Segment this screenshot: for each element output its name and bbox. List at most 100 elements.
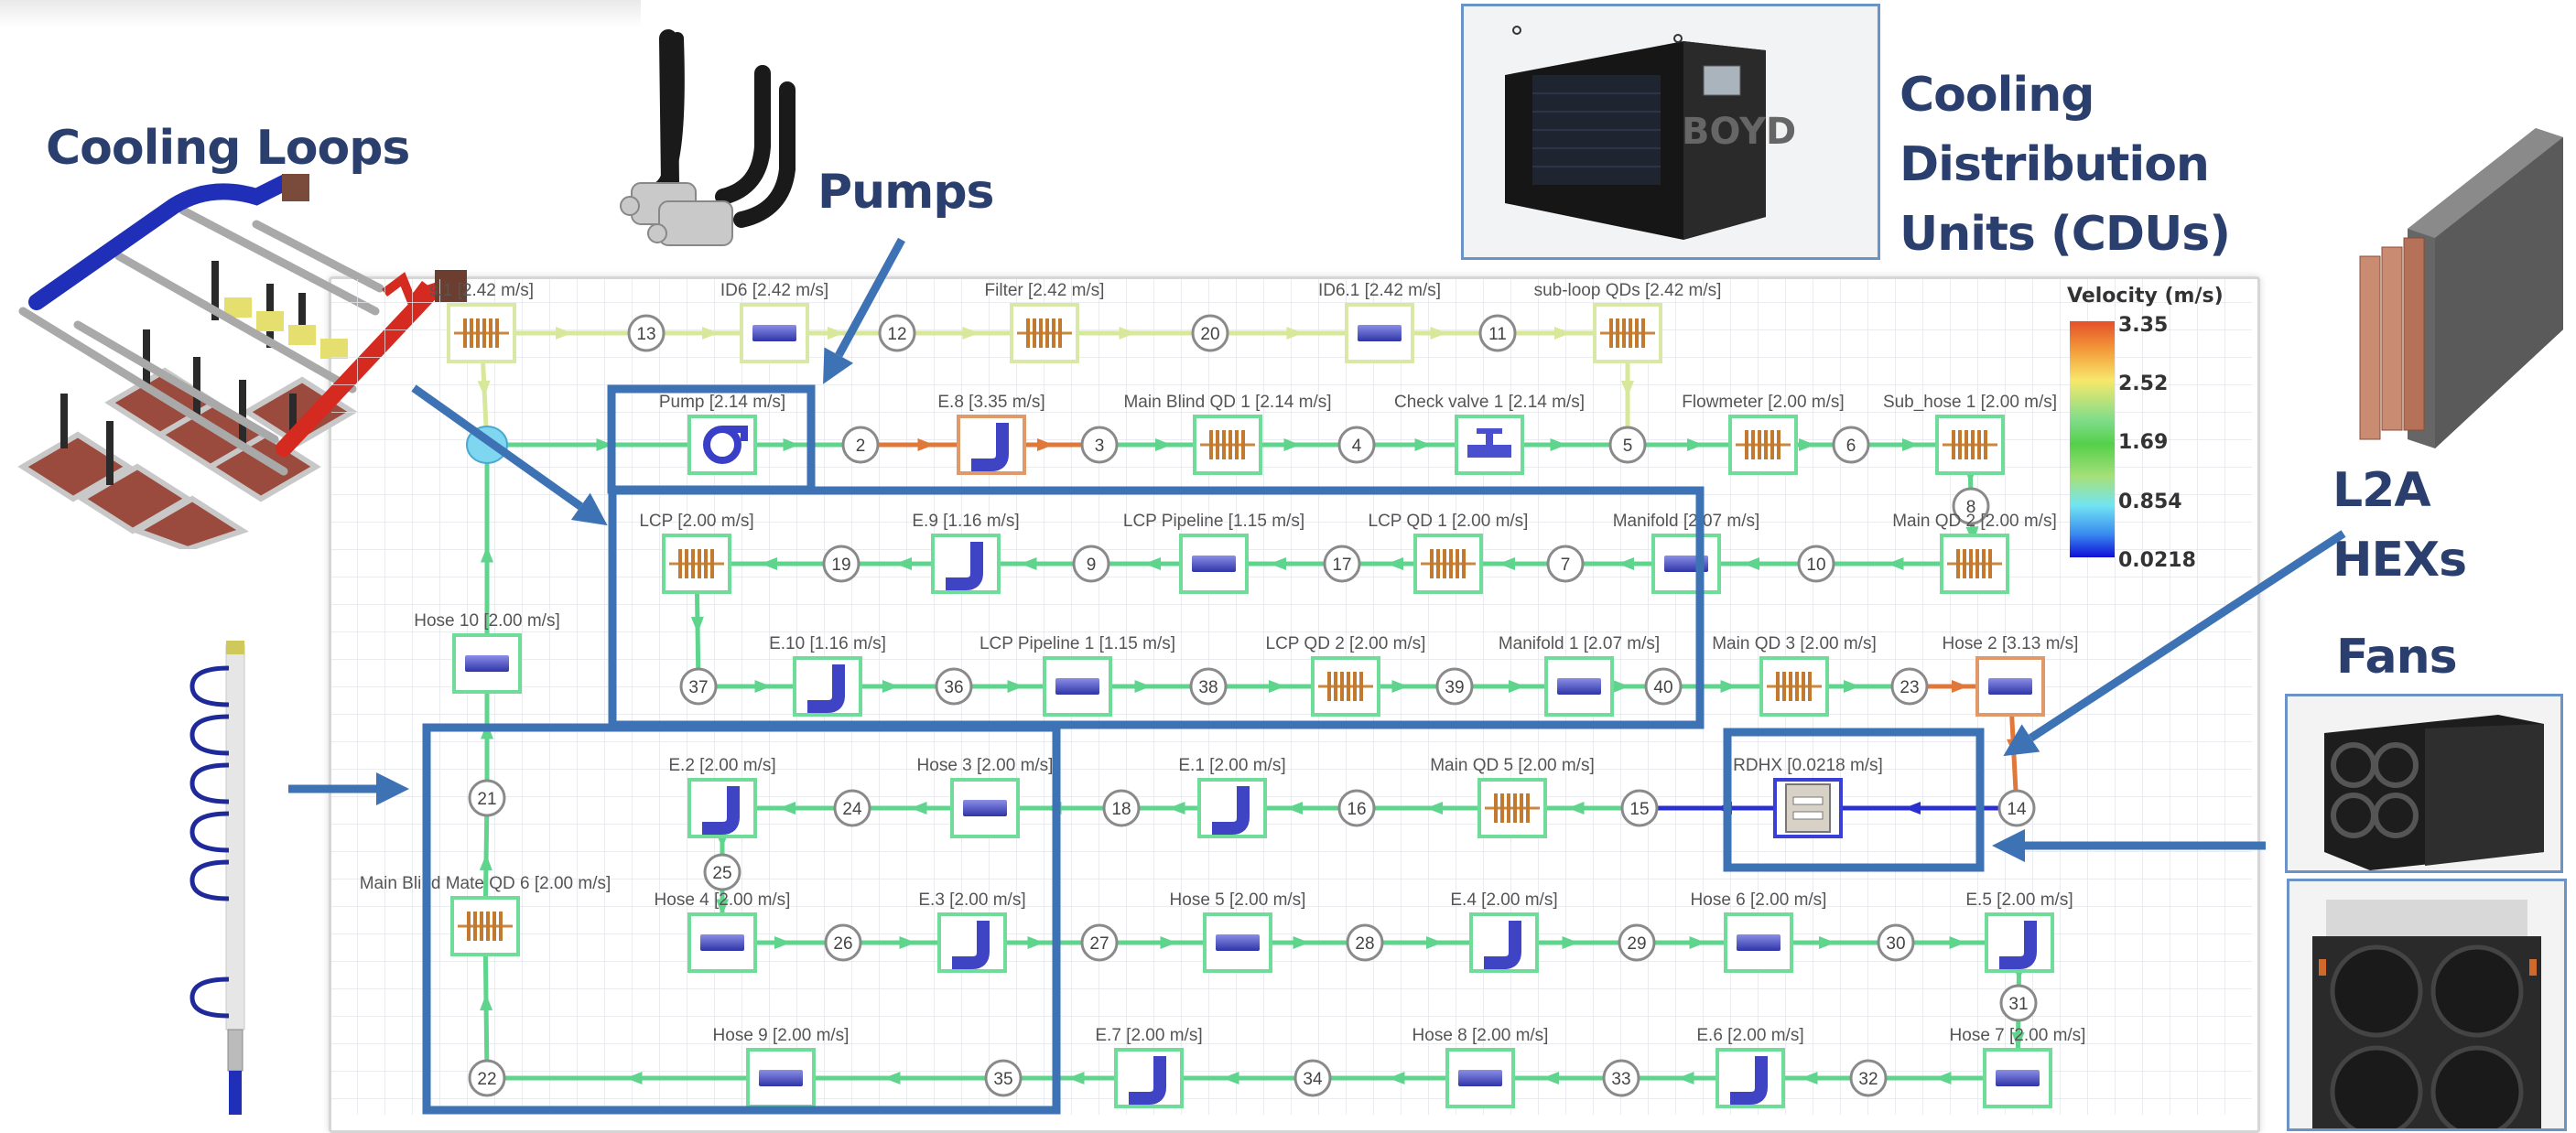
node-11[interactable]: 11: [1478, 314, 1517, 352]
quick-disconnect-icon-fin: [499, 912, 503, 941]
component-hose5[interactable]: [1203, 912, 1272, 973]
component-e3[interactable]: [937, 912, 1007, 973]
pipe-icon: [1737, 934, 1780, 951]
node-24[interactable]: 24: [833, 789, 871, 827]
node-37[interactable]: 37: [679, 667, 718, 706]
component-rdhx[interactable]: [1773, 778, 1843, 838]
quick-disconnect-icon-fin: [1359, 672, 1363, 701]
component-hose6[interactable]: [1724, 912, 1793, 973]
node-25[interactable]: 25: [703, 853, 741, 891]
node-18[interactable]: 18: [1102, 789, 1141, 827]
component-flow[interactable]: [1728, 415, 1798, 475]
component-label: s.1 [2.42 m/s]: [429, 281, 534, 300]
node-6[interactable]: 6: [1832, 426, 1870, 464]
colorbar-tick-max: 3.35: [2118, 314, 2168, 337]
quick-disconnect-icon-fin: [1526, 793, 1530, 823]
node-30[interactable]: 30: [1877, 923, 1915, 962]
component-mainqd3[interactable]: [1759, 656, 1829, 717]
node-31[interactable]: 31: [1999, 984, 2038, 1022]
node-32[interactable]: 32: [1849, 1059, 1888, 1097]
node-5[interactable]: 5: [1608, 426, 1647, 464]
component-hose4[interactable]: [687, 912, 757, 973]
component-subloop[interactable]: [1593, 303, 1662, 363]
component-mbqd1[interactable]: [1193, 415, 1262, 475]
quick-disconnect-icon-fin: [1963, 549, 1966, 578]
node-33[interactable]: 33: [1602, 1059, 1640, 1097]
component-top1[interactable]: [447, 303, 516, 363]
component-pump[interactable]: [687, 415, 757, 475]
node-7[interactable]: 7: [1546, 545, 1585, 583]
component-check[interactable]: [1455, 415, 1524, 475]
component-e9[interactable]: [931, 534, 1001, 594]
quick-disconnect-icon-fin: [1039, 318, 1043, 348]
component-manifold1[interactable]: [1544, 656, 1614, 717]
component-label: Filter [2.42 m/s]: [985, 281, 1105, 300]
component-label: E.7 [2.00 m/s]: [1095, 1026, 1202, 1045]
node-12[interactable]: 12: [878, 314, 916, 352]
component-e8[interactable]: [957, 415, 1026, 475]
colorbar-gradient: [2070, 321, 2115, 557]
node-17[interactable]: 17: [1323, 545, 1361, 583]
node-4[interactable]: 4: [1337, 426, 1376, 464]
node-10[interactable]: 10: [1797, 545, 1835, 583]
node-22[interactable]: 22: [468, 1059, 506, 1097]
node-3[interactable]: 3: [1080, 426, 1119, 464]
component-lcppipe1[interactable]: [1043, 656, 1112, 717]
node-14[interactable]: 14: [1997, 789, 2036, 827]
node-40[interactable]: 40: [1644, 667, 1683, 706]
component-subhose[interactable]: [1935, 415, 2005, 475]
node-38[interactable]: 38: [1189, 667, 1228, 706]
node-21[interactable]: 21: [468, 779, 506, 817]
component-manifold[interactable]: [1651, 534, 1721, 594]
node-29[interactable]: 29: [1618, 923, 1656, 962]
check-valve-stem: [1486, 432, 1493, 445]
component-e1[interactable]: [1197, 778, 1267, 838]
node-19[interactable]: 19: [822, 545, 860, 583]
component-lcpqd2[interactable]: [1311, 656, 1380, 717]
node-26[interactable]: 26: [824, 923, 862, 962]
node-28[interactable]: 28: [1346, 923, 1384, 962]
component-e2[interactable]: [687, 778, 757, 838]
node-16[interactable]: 16: [1337, 789, 1376, 827]
component-box[interactable]: [687, 415, 757, 475]
node-39[interactable]: 39: [1435, 667, 1474, 706]
component-e4[interactable]: [1469, 912, 1539, 973]
component-e5[interactable]: [1985, 912, 2054, 973]
node-20[interactable]: 20: [1191, 314, 1229, 352]
component-hose3[interactable]: [950, 778, 1020, 838]
component-hose9[interactable]: [746, 1048, 816, 1108]
component-hose10[interactable]: [452, 633, 522, 694]
component-mbmqd6[interactable]: [450, 896, 520, 956]
node-label: 29: [1627, 934, 1646, 954]
component-lcppipe[interactable]: [1179, 534, 1249, 594]
quick-disconnect-icon-fin: [495, 318, 499, 348]
component-hose2[interactable]: [1975, 656, 2045, 717]
node-34[interactable]: 34: [1293, 1059, 1332, 1097]
node-9[interactable]: 9: [1072, 545, 1110, 583]
component-e10[interactable]: [793, 656, 862, 717]
component-lcp[interactable]: [662, 534, 731, 594]
quick-disconnect-icon-fin: [1058, 318, 1062, 348]
component-lcpqd1[interactable]: [1413, 534, 1483, 594]
quick-disconnect-icon-fin: [463, 318, 467, 348]
component-hose8[interactable]: [1445, 1048, 1515, 1108]
node-35[interactable]: 35: [984, 1059, 1023, 1097]
component-id6[interactable]: [740, 303, 809, 363]
component-hose7[interactable]: [1983, 1048, 2052, 1108]
component-mainqd5[interactable]: [1477, 778, 1547, 838]
component-id61[interactable]: [1345, 303, 1414, 363]
node-15[interactable]: 15: [1620, 789, 1659, 827]
component-mainqd2[interactable]: [1940, 534, 2009, 594]
component-e6[interactable]: [1716, 1048, 1785, 1108]
quick-disconnect-icon-fin: [1969, 549, 1973, 578]
node-label: 17: [1332, 556, 1351, 575]
quick-disconnect-icon-fin: [467, 912, 471, 941]
node-2[interactable]: 2: [841, 426, 880, 464]
quick-disconnect-icon-fin: [1241, 430, 1245, 459]
component-filter[interactable]: [1010, 303, 1079, 363]
node-23[interactable]: 23: [1890, 667, 1929, 706]
node-27[interactable]: 27: [1080, 923, 1119, 962]
node-13[interactable]: 13: [627, 314, 666, 352]
component-e7[interactable]: [1114, 1048, 1184, 1108]
node-36[interactable]: 36: [935, 667, 973, 706]
